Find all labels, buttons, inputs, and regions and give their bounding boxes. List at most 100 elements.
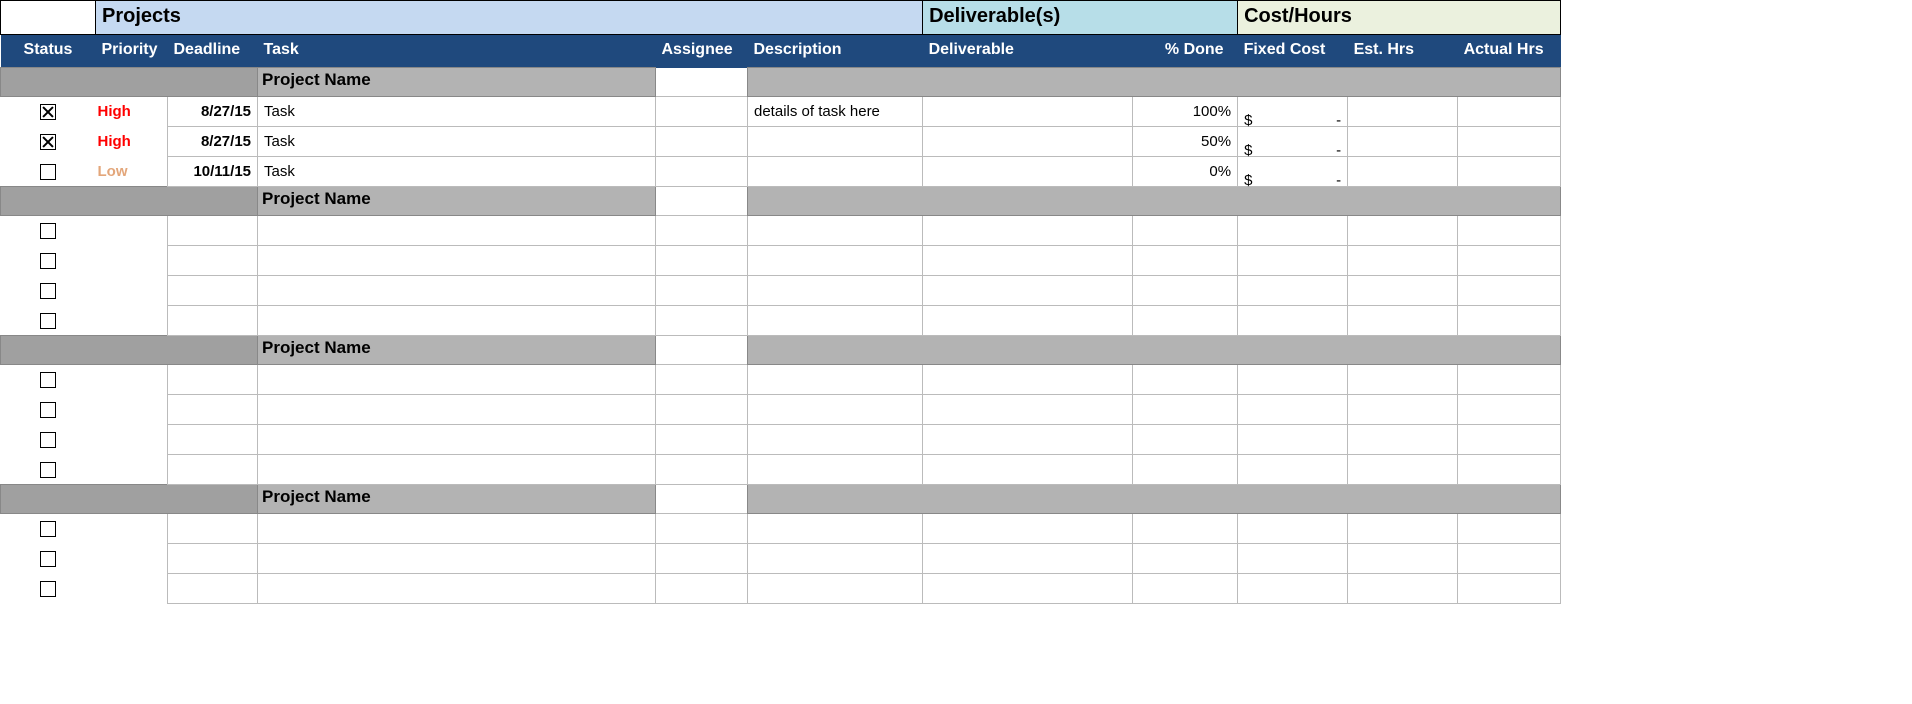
pct-done-cell[interactable] <box>1133 514 1238 544</box>
fixed-cost-cell[interactable] <box>1238 425 1348 455</box>
actual-hrs-cell[interactable] <box>1458 574 1561 604</box>
est-hrs-cell[interactable] <box>1348 514 1458 544</box>
pct-done-cell[interactable] <box>1133 276 1238 306</box>
fixed-cost-cell[interactable]: $- <box>1238 97 1348 127</box>
description-cell[interactable]: details of task here <box>748 97 923 127</box>
pct-done-cell[interactable] <box>1133 216 1238 246</box>
priority-cell[interactable] <box>96 216 168 246</box>
priority-cell[interactable]: Low <box>96 157 168 187</box>
deadline-cell[interactable]: 8/27/15 <box>168 127 258 157</box>
description-cell[interactable] <box>748 276 923 306</box>
status-checkbox[interactable] <box>40 581 56 597</box>
status-checkbox[interactable] <box>40 313 56 329</box>
assignee-cell[interactable] <box>656 514 748 544</box>
header-assignee[interactable]: Assignee <box>656 35 748 68</box>
task-cell[interactable] <box>258 306 656 336</box>
band-projects[interactable]: Projects <box>96 1 923 35</box>
priority-cell[interactable] <box>96 455 168 485</box>
section-lead-cell[interactable] <box>1 336 258 365</box>
priority-cell[interactable] <box>96 276 168 306</box>
deliverable-cell[interactable] <box>923 127 1133 157</box>
est-hrs-cell[interactable] <box>1348 157 1458 187</box>
pct-done-cell[interactable] <box>1133 246 1238 276</box>
status-checkbox[interactable] <box>40 521 56 537</box>
header-task[interactable]: Task <box>258 35 656 68</box>
section-tail-cell[interactable] <box>748 187 1561 216</box>
task-cell[interactable] <box>258 455 656 485</box>
actual-hrs-cell[interactable] <box>1458 395 1561 425</box>
description-cell[interactable] <box>748 425 923 455</box>
pct-done-cell[interactable]: 50% <box>1133 127 1238 157</box>
fixed-cost-cell[interactable] <box>1238 395 1348 425</box>
header-actual-hrs[interactable]: Actual Hrs <box>1458 35 1561 68</box>
description-cell[interactable] <box>748 365 923 395</box>
task-cell[interactable] <box>258 425 656 455</box>
deliverable-cell[interactable] <box>923 425 1133 455</box>
priority-cell[interactable] <box>96 365 168 395</box>
task-cell[interactable] <box>258 574 656 604</box>
section-title-cell[interactable]: Project Name <box>258 485 656 514</box>
task-cell[interactable]: Task <box>258 157 656 187</box>
actual-hrs-cell[interactable] <box>1458 157 1561 187</box>
pct-done-cell[interactable]: 0% <box>1133 157 1238 187</box>
status-cell[interactable] <box>1 306 96 336</box>
section-title-cell[interactable]: Project Name <box>258 68 656 97</box>
priority-cell[interactable] <box>96 246 168 276</box>
deadline-cell[interactable] <box>168 276 258 306</box>
est-hrs-cell[interactable] <box>1348 276 1458 306</box>
assignee-cell[interactable] <box>656 395 748 425</box>
status-cell[interactable] <box>1 574 96 604</box>
fixed-cost-cell[interactable]: $- <box>1238 157 1348 187</box>
deliverable-cell[interactable] <box>923 514 1133 544</box>
fixed-cost-cell[interactable] <box>1238 306 1348 336</box>
assignee-cell[interactable] <box>656 425 748 455</box>
priority-cell[interactable]: High <box>96 127 168 157</box>
status-cell[interactable] <box>1 425 96 455</box>
est-hrs-cell[interactable] <box>1348 216 1458 246</box>
fixed-cost-cell[interactable] <box>1238 544 1348 574</box>
pct-done-cell[interactable]: 100% <box>1133 97 1238 127</box>
status-cell[interactable] <box>1 365 96 395</box>
deadline-cell[interactable] <box>168 574 258 604</box>
pct-done-cell[interactable] <box>1133 365 1238 395</box>
status-checkbox[interactable] <box>40 164 56 180</box>
deliverable-cell[interactable] <box>923 306 1133 336</box>
assignee-cell[interactable] <box>656 574 748 604</box>
deliverable-cell[interactable] <box>923 365 1133 395</box>
description-cell[interactable] <box>748 574 923 604</box>
fixed-cost-cell[interactable]: $- <box>1238 127 1348 157</box>
pct-done-cell[interactable] <box>1133 306 1238 336</box>
deadline-cell[interactable] <box>168 306 258 336</box>
status-cell[interactable] <box>1 514 96 544</box>
header-est-hrs[interactable]: Est. Hrs <box>1348 35 1458 68</box>
assignee-cell[interactable] <box>656 157 748 187</box>
deliverable-cell[interactable] <box>923 216 1133 246</box>
fixed-cost-cell[interactable] <box>1238 246 1348 276</box>
header-deliverable[interactable]: Deliverable <box>923 35 1133 68</box>
deadline-cell[interactable] <box>168 455 258 485</box>
task-cell[interactable]: Task <box>258 97 656 127</box>
assignee-cell[interactable] <box>656 544 748 574</box>
est-hrs-cell[interactable] <box>1348 395 1458 425</box>
pct-done-cell[interactable] <box>1133 395 1238 425</box>
section-tail-cell[interactable] <box>748 485 1561 514</box>
assignee-cell[interactable] <box>656 306 748 336</box>
status-checkbox[interactable] <box>40 223 56 239</box>
description-cell[interactable] <box>748 395 923 425</box>
priority-cell[interactable]: High <box>96 97 168 127</box>
section-lead-cell[interactable] <box>1 187 258 216</box>
status-cell[interactable] <box>1 216 96 246</box>
section-lead-cell[interactable] <box>1 485 258 514</box>
deliverable-cell[interactable] <box>923 574 1133 604</box>
status-cell[interactable] <box>1 97 96 127</box>
status-cell[interactable] <box>1 544 96 574</box>
header-status[interactable]: Status <box>1 35 96 68</box>
est-hrs-cell[interactable] <box>1348 97 1458 127</box>
deliverable-cell[interactable] <box>923 395 1133 425</box>
deadline-cell[interactable]: 8/27/15 <box>168 97 258 127</box>
fixed-cost-cell[interactable] <box>1238 455 1348 485</box>
est-hrs-cell[interactable] <box>1348 455 1458 485</box>
description-cell[interactable] <box>748 306 923 336</box>
band-blank-cell[interactable] <box>1 1 96 35</box>
pct-done-cell[interactable] <box>1133 455 1238 485</box>
